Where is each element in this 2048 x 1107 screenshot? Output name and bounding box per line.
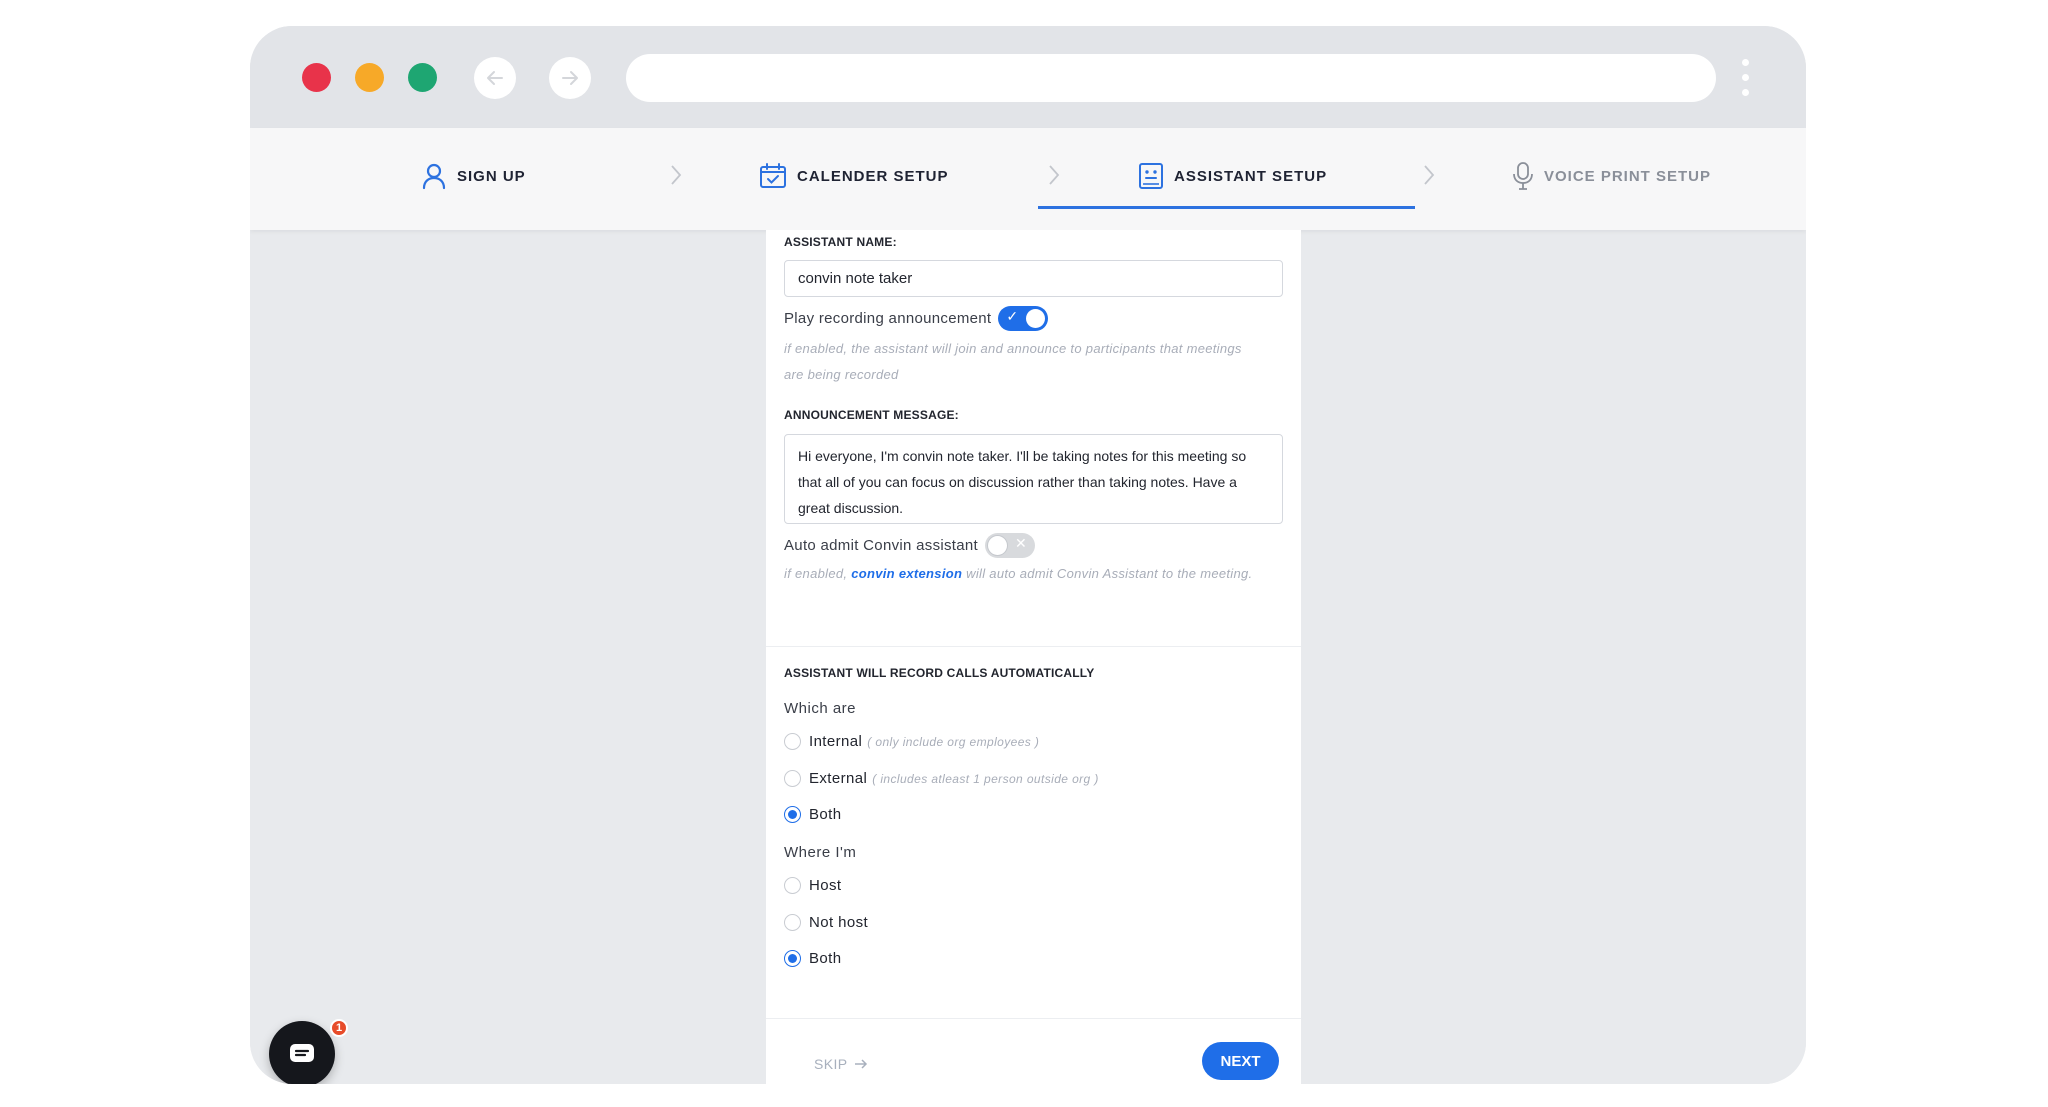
radio-option-external[interactable]: External ( includes atleast 1 person out…	[784, 770, 1099, 787]
radio-label: Host	[809, 877, 842, 894]
step-assistant-setup[interactable]: ASSISTANT SETUP	[1138, 158, 1327, 194]
auto-admit-row: Auto admit Convin assistant ✕	[784, 533, 1036, 558]
radio-label: Both	[809, 950, 842, 967]
where-im-label: Where I'm	[784, 844, 857, 861]
radio-not-host[interactable]	[784, 914, 801, 931]
step-sign-up[interactable]: SIGN UP	[421, 158, 526, 194]
arrow-right-icon	[562, 71, 578, 85]
record-calls-heading: ASSISTANT WILL RECORD CALLS AUTOMATICALL…	[784, 666, 1095, 680]
calendar-icon	[760, 163, 786, 188]
auto-admit-hint-prefix: if enabled,	[784, 566, 848, 581]
assistant-name-label: ASSISTANT NAME:	[784, 235, 897, 249]
step-label: CALENDER SETUP	[797, 167, 949, 185]
skip-button[interactable]: SKIP	[814, 1056, 868, 1072]
play-recording-hint: if enabled, the assistant will join and …	[784, 341, 1242, 382]
back-button[interactable]	[474, 57, 516, 99]
x-icon: ✕	[1015, 535, 1028, 551]
auto-admit-label: Auto admit Convin assistant	[784, 537, 979, 554]
radio-both-which[interactable]	[784, 806, 801, 823]
chevron-right-icon	[1424, 165, 1435, 185]
step-label: ASSISTANT SETUP	[1174, 167, 1328, 185]
arrow-right-icon	[854, 1059, 867, 1069]
radio-internal[interactable]	[784, 733, 801, 750]
radio-option-both-where[interactable]: Both	[784, 950, 841, 967]
maximize-window-dot[interactable]	[408, 63, 437, 92]
close-window-dot[interactable]	[302, 63, 331, 92]
browser-window: SIGN UP CALENDER SETUP ASSISTANT SETUP V…	[250, 26, 1806, 1084]
section-divider	[766, 646, 1301, 647]
announcement-message-textarea[interactable]: Hi everyone, I'm convin note taker. I'll…	[784, 434, 1283, 524]
play-recording-row: Play recording announcement ✓	[784, 306, 1049, 331]
radio-option-not-host[interactable]: Not host	[784, 914, 868, 931]
radio-label: Not host	[809, 914, 869, 931]
radio-both-where[interactable]	[784, 950, 801, 967]
assistant-setup-card: ASSISTANT NAME: convin note taker Play r…	[766, 230, 1301, 1084]
radio-label: Internal	[809, 733, 863, 750]
assistant-name-input[interactable]: convin note taker	[784, 260, 1283, 297]
check-icon: ✓	[1006, 308, 1019, 324]
radio-option-internal[interactable]: Internal ( only include org employees )	[784, 733, 1039, 750]
play-recording-label: Play recording announcement	[784, 310, 992, 327]
radio-note: ( only include org employees )	[867, 734, 1040, 749]
step-label: SIGN UP	[457, 167, 526, 185]
skip-label: SKIP	[814, 1056, 848, 1072]
radio-host[interactable]	[784, 877, 801, 894]
next-button[interactable]: NEXT	[1202, 1042, 1279, 1080]
auto-admit-hint-suffix: will auto admit Convin Assistant to the …	[966, 566, 1253, 581]
chevron-right-icon	[1049, 165, 1060, 185]
radio-option-host[interactable]: Host	[784, 877, 841, 894]
page-viewport: SIGN UP CALENDER SETUP ASSISTANT SETUP V…	[250, 128, 1806, 1084]
which-are-label: Which are	[784, 700, 857, 717]
radio-label: External	[809, 770, 868, 787]
auto-admit-hint: if enabled, convin extension will auto a…	[784, 561, 1264, 587]
step-calender-setup[interactable]: CALENDER SETUP	[759, 158, 949, 194]
chevron-right-icon	[671, 165, 682, 185]
step-label: VOICE PRINT SETUP	[1544, 167, 1712, 185]
forward-button[interactable]	[549, 57, 591, 99]
announcement-message-label: ANNOUNCEMENT MESSAGE:	[784, 408, 959, 422]
assistant-icon	[1139, 163, 1163, 189]
user-icon	[422, 163, 446, 190]
auto-admit-toggle[interactable]: ✕	[985, 533, 1036, 558]
active-step-underline	[1038, 206, 1415, 209]
step-voice-print-setup[interactable]: VOICE PRINT SETUP	[1512, 158, 1711, 194]
kebab-menu-icon[interactable]	[1740, 59, 1750, 101]
notification-badge: 1	[330, 1019, 348, 1037]
radio-option-both-which[interactable]: Both	[784, 806, 841, 823]
radio-external[interactable]	[784, 770, 801, 787]
section-divider	[766, 1018, 1301, 1019]
radio-label: Both	[809, 806, 842, 823]
chat-icon	[290, 1044, 314, 1062]
arrow-left-icon	[487, 71, 503, 85]
play-recording-toggle[interactable]: ✓	[998, 306, 1049, 331]
setup-stepper: SIGN UP CALENDER SETUP ASSISTANT SETUP V…	[250, 128, 1806, 230]
minimize-window-dot[interactable]	[355, 63, 384, 92]
convin-extension-link[interactable]: convin extension	[851, 566, 962, 581]
microphone-icon	[1513, 162, 1533, 190]
radio-note: ( includes atleast 1 person outside org …	[872, 771, 1099, 786]
address-bar[interactable]	[626, 54, 1716, 102]
browser-toolbar	[250, 26, 1806, 128]
chat-widget-button[interactable]: 1	[269, 1019, 348, 1084]
